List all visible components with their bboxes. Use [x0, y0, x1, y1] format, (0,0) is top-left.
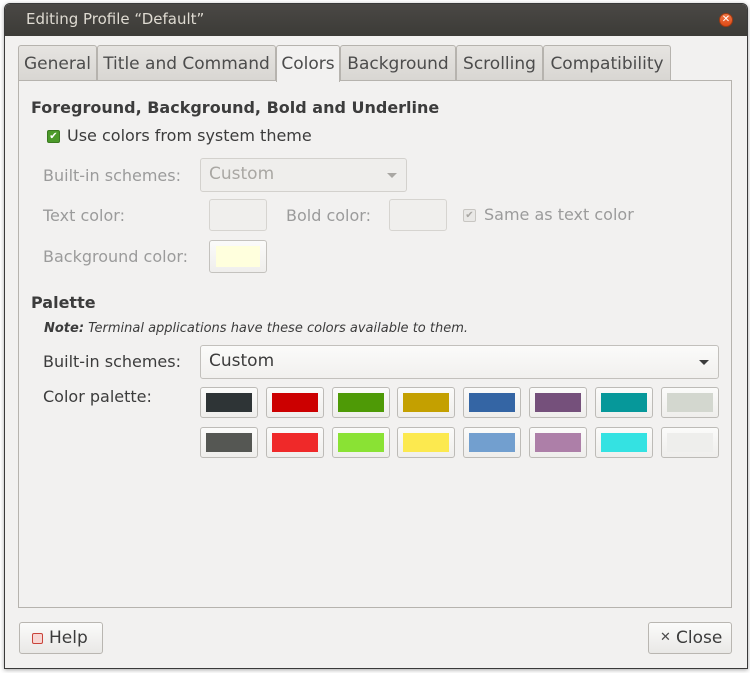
palette-color-swatch: [535, 393, 581, 412]
palette-color-button[interactable]: [594, 387, 653, 418]
tab-colors[interactable]: Colors: [276, 45, 340, 82]
palette-color-swatch: [666, 393, 713, 412]
fg-section-heading: Foreground, Background, Bold and Underli…: [31, 98, 440, 117]
palette-color-button[interactable]: [660, 387, 719, 418]
palette-color-swatch: [337, 433, 384, 452]
close-icon: ✕: [660, 630, 671, 645]
palette-note-bold: Note:: [44, 321, 85, 336]
palette-color-swatch: [535, 433, 581, 452]
fg-schemes-combo[interactable]: Custom: [200, 158, 407, 192]
chevron-down-icon: [699, 360, 709, 365]
use-system-colors-label: Use colors from system theme: [67, 126, 312, 145]
close-button[interactable]: ✕ Close: [648, 622, 732, 654]
colors-panel: Foreground, Background, Bold and Underli…: [18, 80, 732, 608]
palette-schemes-combo[interactable]: Custom: [200, 345, 719, 379]
palette-color-button[interactable]: [463, 427, 522, 458]
tab-background[interactable]: Background: [340, 45, 456, 81]
same-as-text-label: Same as text color: [484, 205, 634, 224]
palette-color-swatch: [403, 433, 450, 452]
palette-color-button[interactable]: [331, 387, 390, 418]
palette-color-button[interactable]: [265, 427, 324, 458]
bold-color-label: Bold color:: [286, 206, 371, 225]
use-system-colors-checkbox[interactable]: ✔: [47, 130, 60, 143]
palette-color-swatch: [206, 393, 252, 412]
tab-general[interactable]: General: [18, 45, 97, 81]
palette-color-button[interactable]: [331, 427, 390, 458]
chevron-down-icon: [387, 173, 397, 178]
palette-color-button[interactable]: [463, 387, 522, 418]
palette-color-swatch: [271, 393, 318, 412]
bold-color-button[interactable]: [389, 199, 447, 231]
window-close-icon[interactable]: ✕: [719, 13, 733, 27]
palette-color-swatch: [469, 393, 516, 412]
close-label: Close: [676, 628, 723, 648]
help-button[interactable]: Help: [19, 622, 103, 654]
palette-schemes-label: Built-in schemes:: [43, 352, 181, 371]
tab-scrolling[interactable]: Scrolling: [456, 45, 543, 81]
palette-schemes-value: Custom: [209, 351, 275, 371]
palette-color-swatch: [469, 433, 516, 452]
palette-color-button[interactable]: [200, 387, 258, 418]
tab-compatibility[interactable]: Compatibility: [543, 45, 671, 81]
bg-color-swatch: [216, 246, 260, 267]
palette-heading: Palette: [31, 293, 96, 312]
palette-color-swatch: [600, 433, 647, 452]
color-palette-label: Color palette:: [43, 387, 152, 406]
bg-color-label: Background color:: [43, 247, 189, 266]
help-label: Help: [49, 628, 88, 648]
title-bar: Editing Profile “Default” ✕: [5, 4, 747, 36]
palette-note-text: Terminal applications have these colors …: [84, 321, 469, 336]
fg-schemes-value: Custom: [209, 164, 275, 184]
palette-color-button[interactable]: [529, 427, 587, 458]
palette-color-swatch: [403, 393, 450, 412]
color-palette-grid: [200, 387, 720, 459]
text-color-label: Text color:: [43, 206, 125, 225]
tab-title-and-command[interactable]: Title and Command: [97, 45, 276, 81]
palette-color-button[interactable]: [265, 387, 324, 418]
palette-color-button[interactable]: [660, 427, 719, 458]
palette-color-swatch: [206, 433, 252, 452]
palette-color-swatch: [600, 393, 647, 412]
window-title: Editing Profile “Default”: [26, 10, 205, 28]
palette-color-button[interactable]: [397, 387, 456, 418]
help-icon: [32, 633, 43, 644]
palette-color-button[interactable]: [529, 387, 587, 418]
profile-dialog: Editing Profile “Default” ✕ General Titl…: [4, 3, 748, 669]
palette-color-swatch: [271, 433, 318, 452]
palette-color-swatch: [666, 433, 713, 452]
same-as-text-checkbox[interactable]: ✔: [463, 209, 476, 222]
palette-color-button[interactable]: [200, 427, 258, 458]
bg-color-button[interactable]: [209, 240, 267, 273]
text-color-button[interactable]: [209, 199, 267, 231]
palette-color-swatch: [337, 393, 384, 412]
palette-color-button[interactable]: [397, 427, 456, 458]
palette-color-button[interactable]: [594, 427, 653, 458]
palette-note: Note: Terminal applications have these c…: [44, 321, 468, 336]
fg-schemes-label: Built-in schemes:: [43, 166, 181, 185]
